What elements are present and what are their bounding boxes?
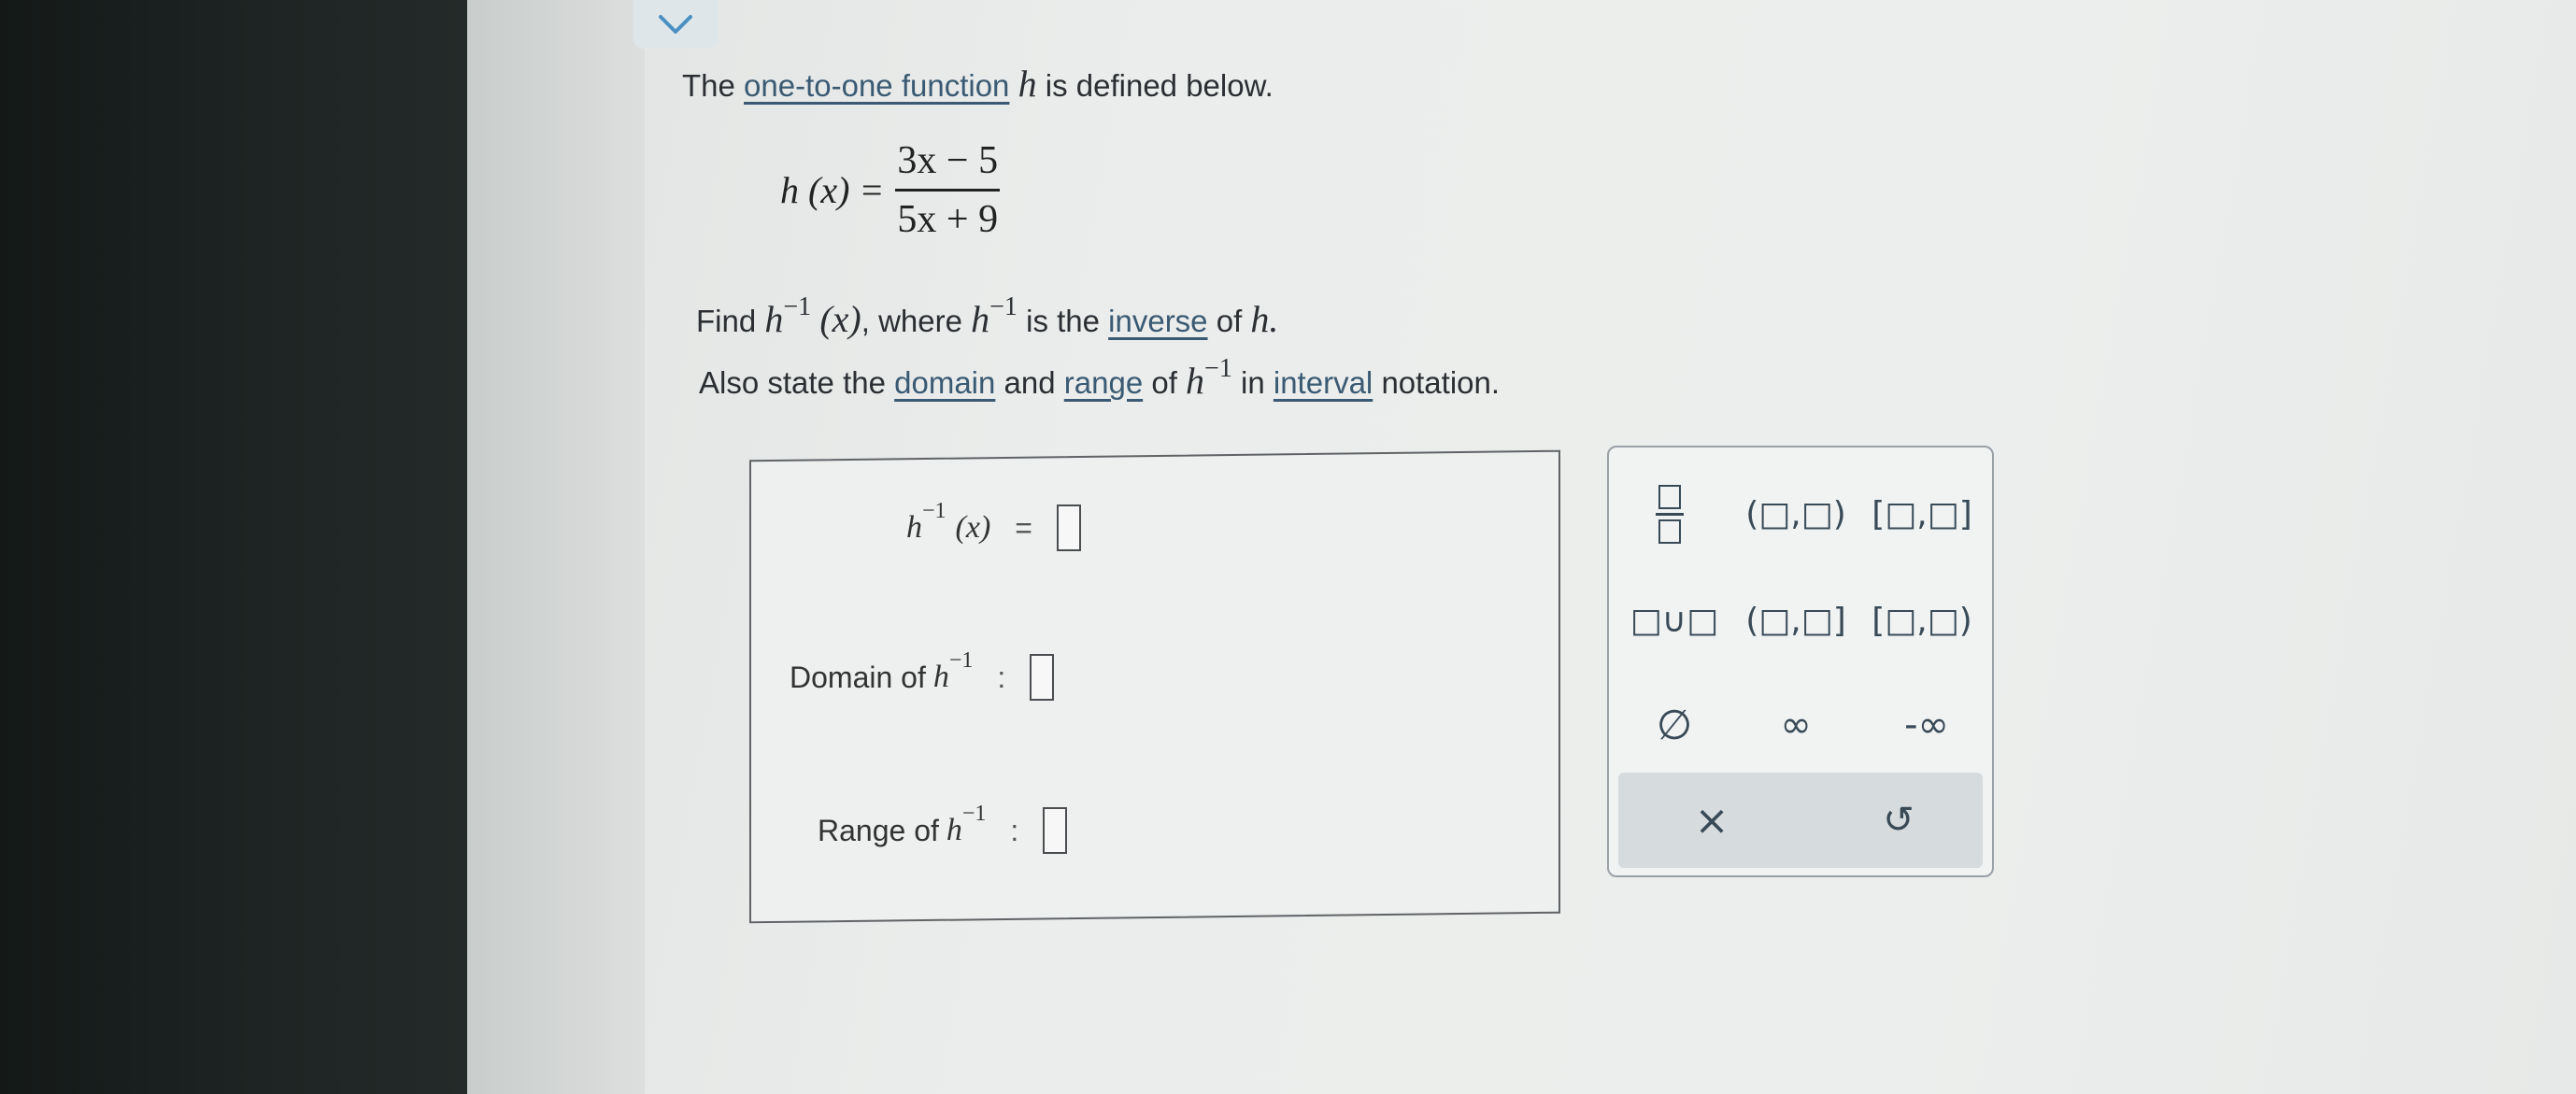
closed-open-interval-key[interactable]: [□,□) — [1866, 588, 1978, 653]
prompt-line-2: Find h−1 (x), where h−1 is the inverse o… — [696, 292, 1279, 341]
range-link[interactable]: range — [1064, 365, 1143, 400]
line2-arg: (x) — [819, 298, 861, 340]
closed-closed-interval-key[interactable]: [□,□] — [1866, 481, 1978, 547]
range-var: h — [946, 813, 962, 847]
line2-is: is the — [1026, 304, 1100, 338]
domain-answer-row: Domain of h −1 : — [790, 648, 1055, 701]
domain-sep: : — [997, 660, 1006, 694]
fraction-icon — [1656, 484, 1684, 544]
inverse-link[interactable]: inverse — [1108, 304, 1207, 338]
union-key[interactable]: □∪□ — [1628, 588, 1721, 653]
domain-input[interactable] — [1030, 654, 1055, 701]
math-keypad: (□,□) [□,□] □∪□ (□,□] [□,□) ∅ ∞ -∞ × ↺ — [1607, 446, 1994, 877]
function-equation: h (x) = 3x − 5 5x + 9 — [780, 138, 1003, 242]
range-label: Range of — [818, 813, 939, 847]
open-closed-interval-key[interactable]: (□,□] — [1740, 588, 1852, 653]
left-bezel — [0, 0, 467, 1094]
line2-var: h — [764, 298, 784, 340]
line3-sup: −1 — [1204, 354, 1232, 383]
inverse-equals: = — [1015, 510, 1032, 545]
domain-sup: −1 — [948, 647, 974, 673]
line1-suffix: is defined below. — [1045, 68, 1274, 103]
range-sup: −1 — [961, 801, 987, 826]
equation-lhs: h (x) = — [780, 169, 885, 211]
one-to-one-function-link[interactable]: one-to-one function — [744, 68, 1009, 103]
line2-prefix: Find — [696, 304, 757, 338]
line2-mid: , where — [861, 304, 962, 338]
prompt-line-3: Also state the domain and range of h−1 i… — [699, 354, 1501, 403]
line1-var: h — [1018, 63, 1037, 105]
equation-denominator: 5x + 9 — [897, 198, 999, 241]
chevron-down-icon — [659, 15, 692, 34]
range-sep: : — [1010, 813, 1019, 847]
equation-numerator: 3x − 5 — [897, 139, 999, 182]
clear-button[interactable]: × — [1674, 788, 1749, 853]
line3-of: of — [1151, 365, 1177, 400]
infinity-key[interactable]: ∞ — [1758, 692, 1833, 758]
interval-link[interactable]: interval — [1274, 365, 1373, 400]
line3-suffix: notation. — [1381, 365, 1501, 400]
range-answer-row: Range of h −1 : — [818, 802, 1068, 854]
collapse-button[interactable] — [633, 0, 718, 49]
domain-var: h — [932, 660, 949, 694]
empty-set-key[interactable]: ∅ — [1637, 692, 1712, 758]
range-input[interactable] — [1043, 807, 1068, 854]
open-open-interval-key[interactable]: (□,□) — [1740, 481, 1852, 547]
line3-in: in — [1241, 365, 1265, 400]
line2-sup2: −1 — [989, 292, 1018, 321]
line3-var: h — [1186, 360, 1205, 402]
equation-fraction: 3x − 5 5x + 9 — [891, 138, 1003, 242]
undo-button[interactable]: ↺ — [1861, 788, 1936, 853]
neg-infinity-key[interactable]: -∞ — [1880, 692, 1973, 758]
prompt-line-1: The one-to-one function h is defined bel… — [682, 62, 1274, 106]
inverse-answer-row: h −1 (x) = — [906, 499, 1081, 551]
inverse-input[interactable] — [1056, 504, 1081, 551]
domain-link[interactable]: domain — [894, 365, 995, 400]
inverse-sup: −1 — [922, 498, 946, 523]
inverse-var: h — [906, 510, 922, 545]
side-strip — [467, 0, 645, 1094]
inverse-arg: (x) — [955, 510, 991, 545]
close-icon: × — [1694, 796, 1729, 845]
line2-sup: −1 — [783, 292, 812, 321]
line3-prefix: Also state the — [699, 365, 886, 400]
line2-of: of — [1216, 304, 1243, 338]
domain-label: Domain of — [790, 660, 926, 694]
line1-prefix: The — [682, 68, 735, 103]
line2-var2: h — [971, 298, 990, 340]
line3-and: and — [1003, 365, 1056, 400]
undo-icon: ↺ — [1883, 799, 1914, 842]
line2-var3: h. — [1250, 298, 1279, 340]
fraction-key[interactable] — [1637, 481, 1702, 547]
